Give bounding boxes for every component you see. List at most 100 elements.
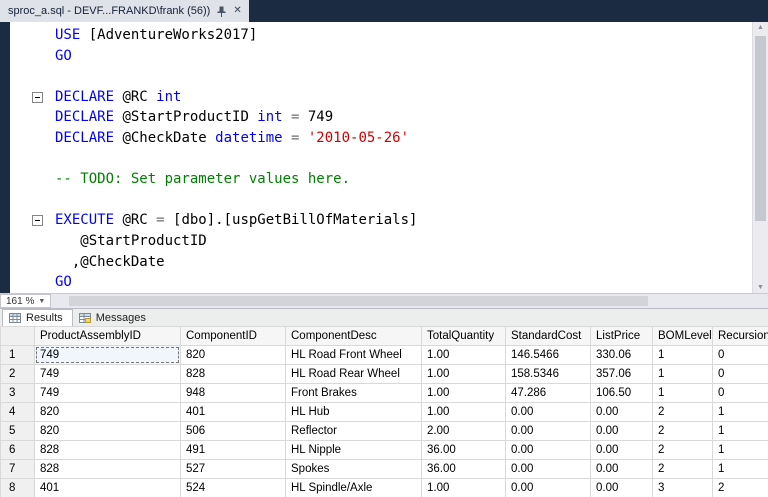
grid-cell[interactable]: HL Nipple	[286, 441, 422, 460]
grid-cell[interactable]: 820	[181, 346, 286, 365]
grid-cell[interactable]: 1	[653, 365, 713, 384]
column-header-productassemblyid[interactable]: ProductAssemblyID	[35, 327, 181, 346]
sql-editor[interactable]: USE [AdventureWorks2017]GODECLARE @RC in…	[0, 22, 768, 293]
grid-cell[interactable]: HL Spindle/Axle	[286, 479, 422, 497]
code-line[interactable]: USE [AdventureWorks2017]	[0, 25, 752, 46]
grid-cell[interactable]: 828	[35, 460, 181, 479]
code-line[interactable]: DECLARE @RC int	[0, 87, 752, 108]
row-number[interactable]: 4	[1, 403, 35, 422]
grid-cell[interactable]: 0	[713, 384, 768, 403]
code-line[interactable]: EXECUTE @RC = [dbo].[uspGetBillOfMateria…	[0, 210, 752, 231]
grid-cell[interactable]: 1.00	[422, 479, 506, 497]
column-header-standardcost[interactable]: StandardCost	[506, 327, 591, 346]
editor-vertical-scrollbar[interactable]: ▲ ▼	[752, 22, 768, 293]
grid-cell[interactable]: 2	[653, 460, 713, 479]
grid-cell[interactable]: 828	[181, 365, 286, 384]
code-line[interactable]	[0, 66, 752, 87]
code-line[interactable]	[0, 190, 752, 211]
grid-cell[interactable]: 401	[35, 479, 181, 497]
column-header-componentdesc[interactable]: ComponentDesc	[286, 327, 422, 346]
tab-messages[interactable]: Messages	[73, 309, 155, 326]
grid-cell[interactable]: 0.00	[591, 479, 653, 497]
grid-cell[interactable]: 0.00	[506, 460, 591, 479]
code-line[interactable]: GO	[0, 272, 752, 293]
grid-cell[interactable]: Front Brakes	[286, 384, 422, 403]
column-header-listprice[interactable]: ListPrice	[591, 327, 653, 346]
grid-cell[interactable]: 491	[181, 441, 286, 460]
column-header-componentid[interactable]: ComponentID	[181, 327, 286, 346]
code-line[interactable]	[0, 149, 752, 170]
grid-cell[interactable]: 330.06	[591, 346, 653, 365]
grid-cell[interactable]: Spokes	[286, 460, 422, 479]
row-number[interactable]: 3	[1, 384, 35, 403]
grid-cell[interactable]: 158.5346	[506, 365, 591, 384]
grid-cell[interactable]: 0.00	[591, 460, 653, 479]
row-number[interactable]: 2	[1, 365, 35, 384]
grid-cell[interactable]: 524	[181, 479, 286, 497]
grid-cell[interactable]: 47.286	[506, 384, 591, 403]
scroll-down-icon[interactable]: ▼	[753, 284, 768, 291]
grid-cell[interactable]: 820	[35, 403, 181, 422]
tab-results[interactable]: Results	[2, 309, 73, 326]
document-tab[interactable]: sproc_a.sql - DEVF...FRANKD\frank (56)) …	[0, 0, 249, 22]
row-number[interactable]: 1	[1, 346, 35, 365]
grid-cell[interactable]: 0.00	[506, 403, 591, 422]
zoom-control[interactable]: 161 % ▼	[0, 294, 51, 308]
grid-cell[interactable]: 1.00	[422, 365, 506, 384]
grid-cell[interactable]: 2	[713, 479, 768, 497]
row-number[interactable]: 5	[1, 422, 35, 441]
grid-cell[interactable]: 1	[713, 403, 768, 422]
column-header-bomlevel[interactable]: BOMLevel	[653, 327, 713, 346]
column-header-recursionlevel[interactable]: RecursionLevel	[713, 327, 768, 346]
grid-cell[interactable]: HL Road Front Wheel	[286, 346, 422, 365]
code-line[interactable]: ,@CheckDate	[0, 252, 752, 273]
grid-cell[interactable]: 0.00	[591, 441, 653, 460]
grid-cell[interactable]: 0.00	[506, 422, 591, 441]
grid-cell[interactable]: HL Road Rear Wheel	[286, 365, 422, 384]
grid-cell[interactable]: 401	[181, 403, 286, 422]
grid-cell[interactable]: 1	[713, 460, 768, 479]
select-all-corner[interactable]	[1, 327, 35, 346]
grid-cell[interactable]: 0.00	[506, 441, 591, 460]
grid-cell[interactable]: 749	[35, 384, 181, 403]
grid-cell[interactable]: 0.00	[506, 479, 591, 497]
grid-cell[interactable]: 948	[181, 384, 286, 403]
code-line[interactable]: DECLARE @StartProductID int = 749	[0, 107, 752, 128]
grid-cell[interactable]: HL Hub	[286, 403, 422, 422]
row-number[interactable]: 7	[1, 460, 35, 479]
grid-cell[interactable]: 0	[713, 346, 768, 365]
grid-cell[interactable]: 106.50	[591, 384, 653, 403]
fold-collapse-icon[interactable]	[32, 92, 43, 103]
grid-cell[interactable]: 749	[35, 365, 181, 384]
close-icon[interactable]: ✕	[233, 6, 241, 16]
grid-cell[interactable]: 1.00	[422, 384, 506, 403]
grid-cell[interactable]: 749	[35, 346, 181, 365]
grid-cell[interactable]: 36.00	[422, 460, 506, 479]
grid-cell[interactable]: 2	[653, 441, 713, 460]
horizontal-scroll-thumb[interactable]	[69, 296, 648, 306]
grid-cell[interactable]: 506	[181, 422, 286, 441]
grid-cell[interactable]: 1	[713, 441, 768, 460]
grid-cell[interactable]: Reflector	[286, 422, 422, 441]
code-line[interactable]: -- TODO: Set parameter values here.	[0, 169, 752, 190]
pin-icon[interactable]	[217, 6, 226, 17]
grid-cell[interactable]: 0	[713, 365, 768, 384]
grid-cell[interactable]: 2	[653, 403, 713, 422]
grid-cell[interactable]: 0.00	[591, 422, 653, 441]
grid-cell[interactable]: 146.5466	[506, 346, 591, 365]
grid-cell[interactable]: 527	[181, 460, 286, 479]
row-number[interactable]: 6	[1, 441, 35, 460]
code-line[interactable]: GO	[0, 46, 752, 67]
scroll-up-icon[interactable]: ▲	[753, 24, 768, 31]
grid-cell[interactable]: 1	[713, 422, 768, 441]
fold-collapse-icon[interactable]	[32, 215, 43, 226]
grid-cell[interactable]: 2.00	[422, 422, 506, 441]
grid-cell[interactable]: 820	[35, 422, 181, 441]
row-number[interactable]: 8	[1, 479, 35, 497]
grid-cell[interactable]: 0.00	[591, 403, 653, 422]
grid-cell[interactable]: 1	[653, 346, 713, 365]
grid-cell[interactable]: 3	[653, 479, 713, 497]
grid-cell[interactable]: 1.00	[422, 346, 506, 365]
grid-cell[interactable]: 1.00	[422, 403, 506, 422]
editor-horizontal-scrollbar[interactable]	[51, 294, 768, 308]
